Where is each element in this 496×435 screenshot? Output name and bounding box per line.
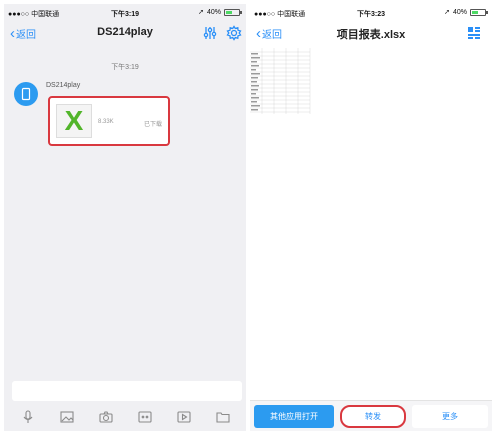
- battery-percent: 40%: [206, 8, 221, 16]
- more-button[interactable]: 更多: [412, 405, 488, 428]
- camera-icon[interactable]: [98, 410, 113, 424]
- mic-icon[interactable]: [21, 410, 35, 424]
- chat-screen: ●●●○○ 中国联通 下午3:19 ➚ 40% ‹ 返回 DS214play 下…: [4, 4, 246, 431]
- chat-toolbar: [4, 406, 246, 428]
- location-icon: ➚: [198, 9, 204, 16]
- spreadsheet-preview[interactable]: [250, 48, 312, 116]
- location-icon: ➚: [444, 9, 450, 16]
- excel-file-icon: X: [56, 104, 92, 138]
- status-right: ➚ 40%: [198, 8, 242, 16]
- video-icon[interactable]: [176, 410, 191, 424]
- gear-icon[interactable]: [226, 25, 242, 41]
- file-message[interactable]: X 8.33K 已下载: [48, 96, 170, 146]
- layout-icon[interactable]: [466, 25, 482, 41]
- page-title: 项目报表.xlsx: [336, 29, 406, 41]
- status-right: ➚ 40%: [444, 8, 488, 16]
- avatar[interactable]: [14, 82, 38, 106]
- image-icon[interactable]: [59, 410, 74, 424]
- nav-bar: ‹ 返回 DS214play: [4, 20, 246, 48]
- open-with-other-app-button[interactable]: 其他应用打开: [254, 405, 334, 428]
- sender-name: DS214play: [46, 82, 81, 89]
- forward-button[interactable]: 转发: [340, 405, 406, 428]
- folder-icon[interactable]: [215, 410, 230, 424]
- file-preview-screen: ●●●○○ 中国联通 下午3:23 ➚ 40% ‹ 返回 项目报表.xlsx 其…: [250, 4, 492, 431]
- nav-bar: ‹ 返回 项目报表.xlsx: [250, 20, 492, 48]
- message-input[interactable]: [12, 381, 242, 401]
- file-size: 8.33K: [98, 119, 114, 125]
- battery-icon: [470, 8, 488, 16]
- battery-percent: 40%: [452, 8, 467, 16]
- phone-icon: [21, 87, 31, 101]
- battery-icon: [224, 8, 242, 16]
- sliders-icon[interactable]: [202, 25, 218, 41]
- video-chat-icon[interactable]: [137, 410, 152, 424]
- download-status: 已下载: [143, 122, 162, 128]
- action-bar: 其他应用打开 转发 更多: [250, 400, 492, 431]
- status-bar: ●●●○○ 中国联通 下午3:19 ➚ 40%: [4, 4, 246, 20]
- message-timestamp: 下午3:19: [111, 64, 139, 71]
- status-bar: ●●●○○ 中国联通 下午3:23 ➚ 40%: [250, 4, 492, 20]
